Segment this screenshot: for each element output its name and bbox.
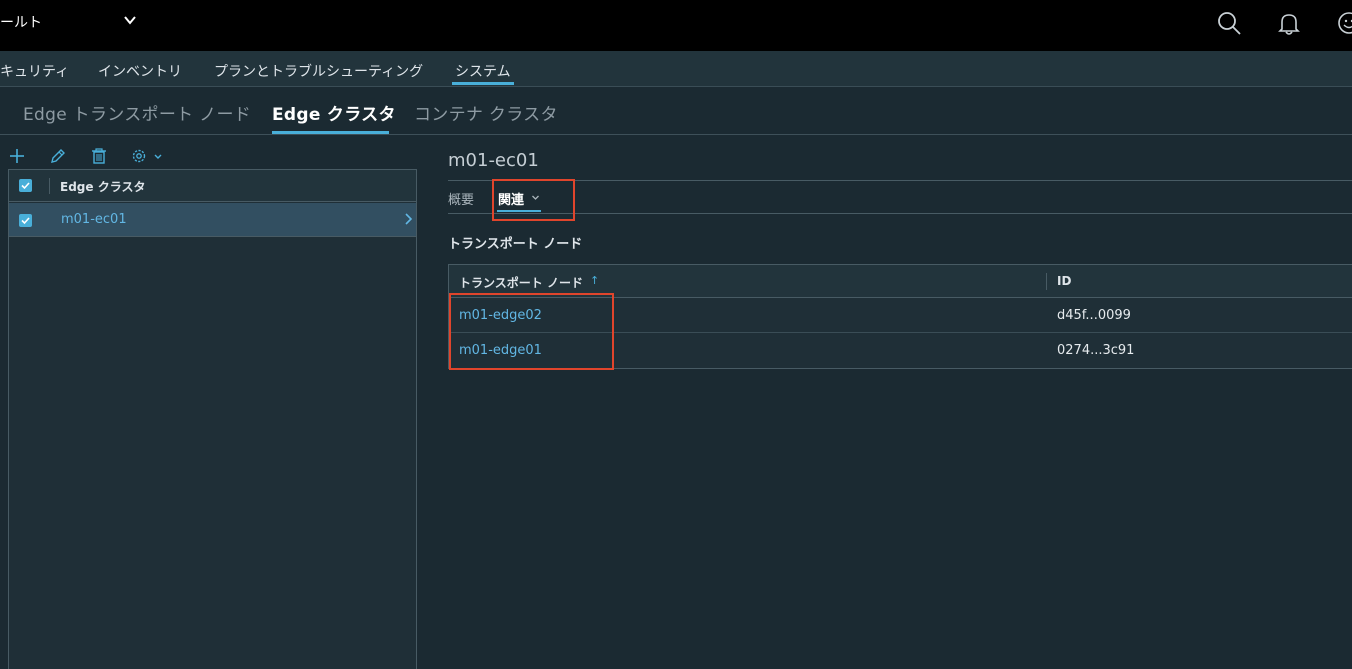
delete-icon[interactable]: [90, 147, 108, 165]
section-title: トランスポート ノード: [448, 237, 583, 252]
column-header-id[interactable]: ID: [1057, 274, 1071, 288]
search-icon[interactable]: [1216, 10, 1242, 36]
nav-item-security[interactable]: キュリティ: [0, 61, 69, 81]
column-separator: [1046, 273, 1047, 290]
select-all-checkbox[interactable]: [19, 179, 32, 192]
settings-icon[interactable]: [130, 147, 166, 165]
sub-tabs: Edge トランスポート ノード Edge クラスタ コンテナ クラスタ: [0, 87, 1352, 135]
nav-active-indicator: [452, 82, 514, 85]
divider: [448, 180, 1352, 181]
column-header-transport-node[interactable]: トランスポート ノード: [459, 274, 583, 291]
chevron-down-icon[interactable]: [123, 13, 137, 27]
edge-cluster-grid: Edge クラスタ m01-ec01: [8, 169, 417, 669]
main-nav: キュリティ インベントリ プランとトラブルシューティング システム: [0, 51, 1352, 87]
tab-overview[interactable]: 概要: [448, 189, 474, 208]
edge-cluster-link[interactable]: m01-ec01: [61, 212, 127, 227]
chevron-right-icon[interactable]: [403, 212, 413, 226]
user-icon[interactable]: [1336, 10, 1352, 36]
add-icon[interactable]: [8, 147, 26, 165]
sort-ascending-icon[interactable]: ↑: [590, 274, 600, 287]
column-header-edge-cluster[interactable]: Edge クラスタ: [60, 178, 145, 195]
nav-item-inventory[interactable]: インベントリ: [98, 61, 182, 81]
app-title: ールト: [0, 15, 42, 31]
node-id: d45f...0099: [1057, 308, 1131, 323]
top-header: ールト: [0, 0, 1352, 51]
tab-edge-transport-node[interactable]: Edge トランスポート ノード: [23, 100, 251, 125]
highlight-box-transport-nodes: [449, 293, 614, 370]
column-separator: [49, 178, 50, 194]
tab-active-indicator: [272, 131, 389, 134]
highlight-box-related-tab: [492, 179, 575, 221]
node-id: 0274...3c91: [1057, 343, 1135, 358]
nav-item-plan-troubleshoot[interactable]: プランとトラブルシューティング: [214, 61, 423, 81]
bell-icon[interactable]: [1276, 10, 1302, 36]
divider: [448, 213, 1352, 214]
tab-container-cluster[interactable]: コンテナ クラスタ: [414, 100, 558, 125]
row-checkbox[interactable]: [19, 214, 32, 227]
tab-edge-cluster[interactable]: Edge クラスタ: [272, 100, 396, 125]
grid-header: Edge クラスタ: [9, 170, 416, 202]
edit-icon[interactable]: [49, 147, 67, 165]
nav-item-system[interactable]: システム: [455, 61, 511, 81]
table-row[interactable]: m01-ec01: [9, 203, 416, 237]
detail-title: m01-ec01: [448, 150, 539, 171]
